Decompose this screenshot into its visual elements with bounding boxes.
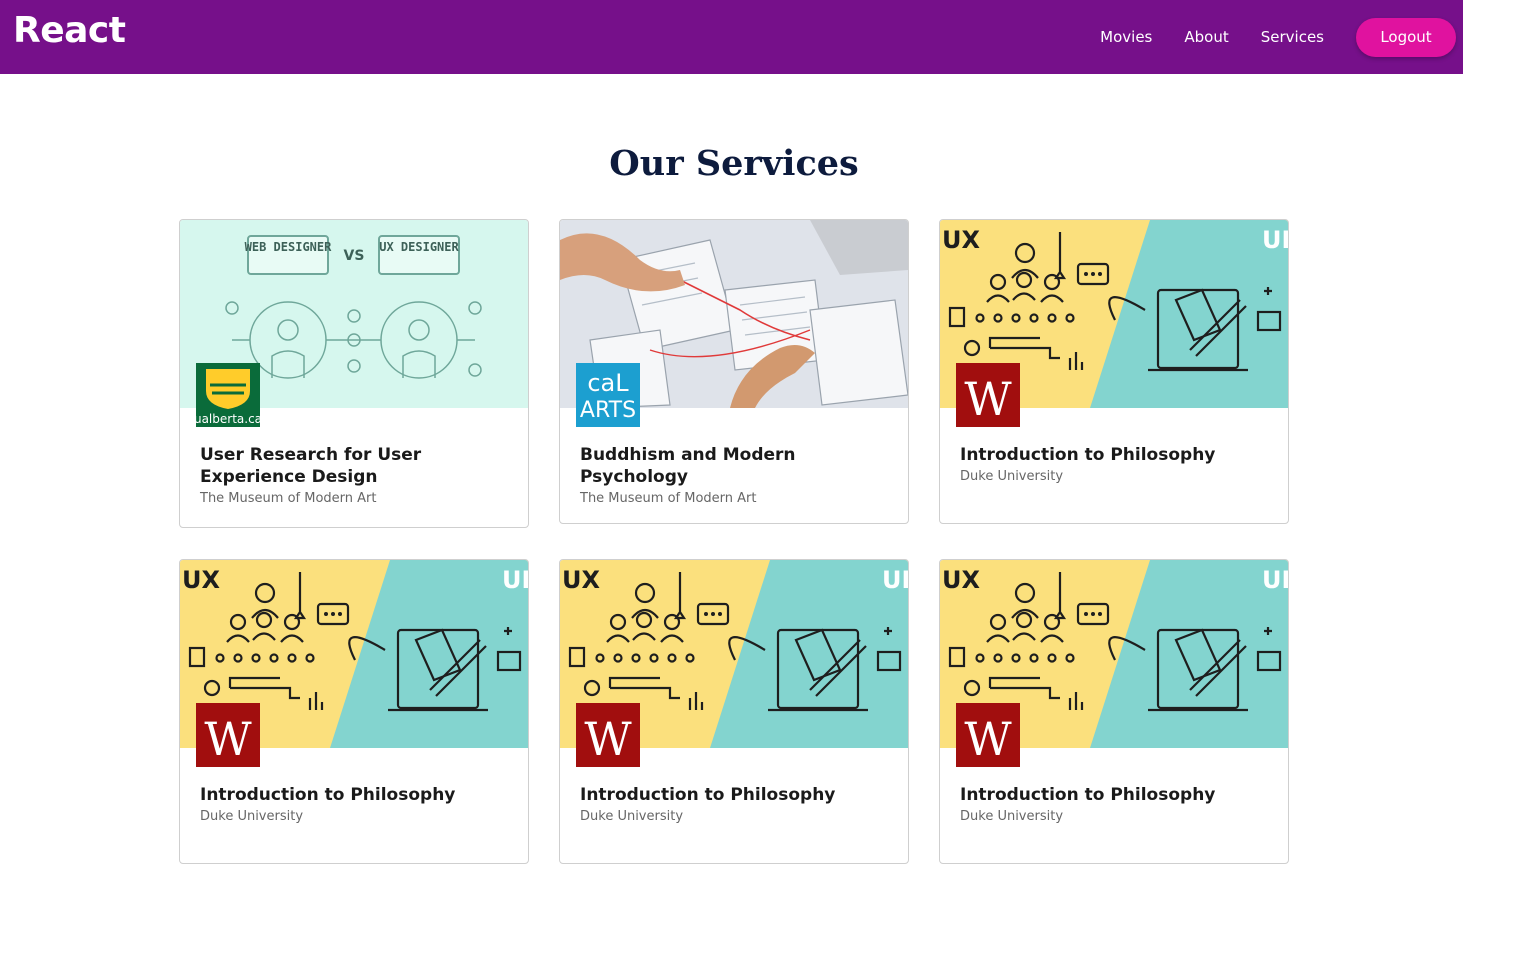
service-card[interactable]: UX UI W Introduction to Philosophy Duke … xyxy=(559,559,909,864)
ux-image-label: UX xyxy=(182,566,220,594)
ui-image-label: UI xyxy=(502,566,528,594)
card-title[interactable]: Introduction to Philosophy xyxy=(580,784,888,806)
ui-image-label: UI xyxy=(882,566,908,594)
service-card[interactable]: UX UI W Introduction to Philosophy Duke … xyxy=(179,559,529,864)
calarts-logo-text-bottom: ARTS xyxy=(580,398,636,423)
card-subtitle: Duke University xyxy=(960,469,1064,484)
service-card[interactable]: caL ARTS Buddhism and Modern Psychology … xyxy=(559,219,909,524)
card-title[interactable]: Buddhism and Modern Psychology xyxy=(580,444,888,488)
w-logo-text: W xyxy=(964,372,1012,426)
card-title[interactable]: Introduction to Philosophy xyxy=(960,444,1268,466)
card-title[interactable]: User Research for User Experience Design xyxy=(200,444,508,488)
calarts-logo: caL ARTS xyxy=(576,363,640,427)
service-card[interactable]: UX UI W Introduction to Philosophy Duke … xyxy=(939,219,1289,524)
wesleyan-w-logo: W xyxy=(956,363,1020,427)
ux-image-label: UX xyxy=(942,226,980,254)
web-designer-label-1: WEB DESIGNER xyxy=(245,240,332,254)
w-logo-text: W xyxy=(204,712,252,766)
page-title: Our Services xyxy=(609,143,859,184)
ux-image-label: UX xyxy=(562,566,600,594)
card-title[interactable]: Introduction to Philosophy xyxy=(200,784,508,806)
ualberta-logo: ualberta.ca xyxy=(194,363,262,427)
wesleyan-w-logo: W xyxy=(196,703,260,767)
service-card[interactable]: WEB DESIGNER VS UX DESIGNER ualberta.ca xyxy=(179,219,529,528)
ux-designer-label: UX DESIGNER xyxy=(379,240,459,254)
wesleyan-w-logo: W xyxy=(956,703,1020,767)
card-subtitle: Duke University xyxy=(580,809,684,824)
ui-image-label: UI xyxy=(1262,226,1288,254)
card-subtitle: Duke University xyxy=(200,809,304,824)
logout-button[interactable]: Logout xyxy=(1356,17,1456,57)
service-card[interactable]: UX UI W Introduction to Philosophy Duke … xyxy=(939,559,1289,864)
card-subtitle: Duke University xyxy=(960,809,1064,824)
card-title[interactable]: Introduction to Philosophy xyxy=(960,784,1268,806)
navbar: React Movies About Services Logout xyxy=(0,0,1463,74)
vs-label: VS xyxy=(344,248,365,264)
wesleyan-w-logo: W xyxy=(576,703,640,767)
nav-link-about[interactable]: About xyxy=(1184,28,1228,46)
w-logo-text: W xyxy=(584,712,632,766)
card-subtitle: The Museum of Modern Art xyxy=(200,491,377,506)
w-logo-text: W xyxy=(964,712,1012,766)
calarts-logo-text-top: caL xyxy=(587,369,629,397)
ux-image-label: UX xyxy=(942,566,980,594)
nav-link-movies[interactable]: Movies xyxy=(1100,28,1152,46)
ui-image-label: UI xyxy=(1262,566,1288,594)
nav-links: Movies About Services Logout xyxy=(1100,0,1463,74)
ualberta-logo-text: ualberta.ca xyxy=(196,412,260,426)
brand-logo[interactable]: React xyxy=(13,10,126,51)
nav-link-services[interactable]: Services xyxy=(1261,28,1324,46)
card-subtitle: The Museum of Modern Art xyxy=(580,491,757,506)
